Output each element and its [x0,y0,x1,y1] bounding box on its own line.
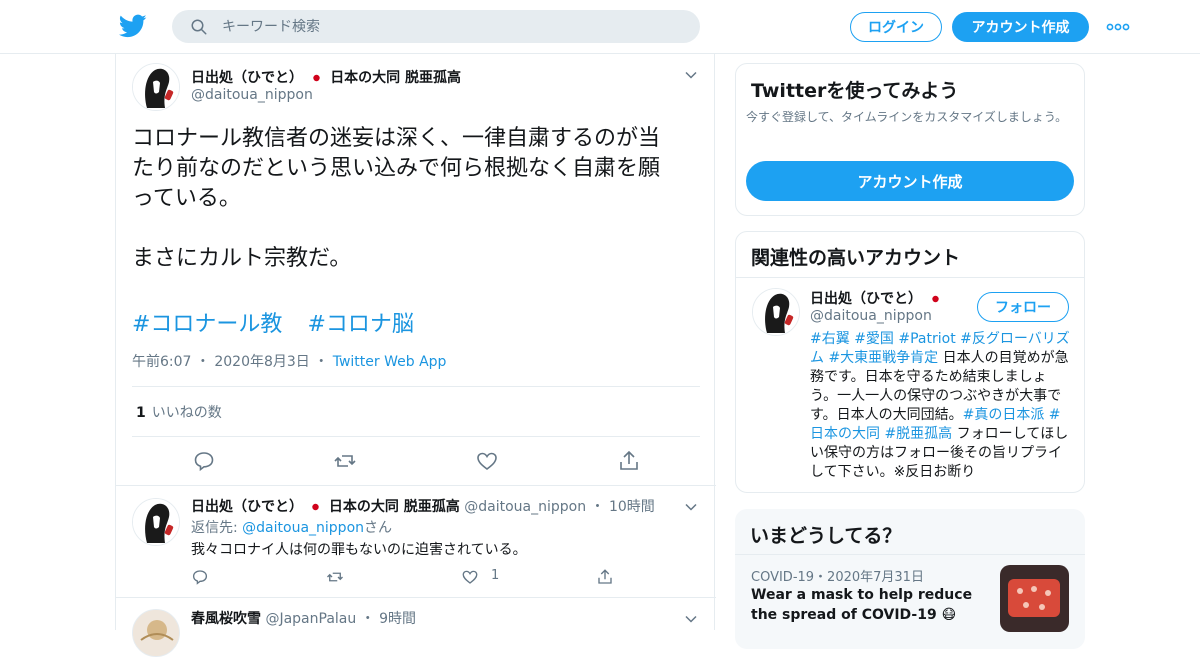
author-name: 日出処（ひでと） [191,70,303,86]
card-title: 関連性の高いアカウント [751,247,961,269]
divider [736,277,1084,278]
japan-flag-icon [932,295,939,303]
search-input[interactable] [222,10,682,43]
chevron-down-icon[interactable] [684,612,698,626]
card-title: いまどうしてる？ [750,525,902,547]
reply-to-prefix: 返信先: [191,520,243,536]
divider [132,386,700,387]
tweet-text: コロナール教信者の迷妄は深く、一律自粛するのが当 たり前なのだという思い込みで何… [132,126,661,271]
dot-separator: ・ [360,611,375,627]
dot-separator: ・ [195,354,210,370]
account-name: 日出処（ひでと） [810,291,922,307]
tweet-actions [116,449,716,473]
tweet-header: 春風桜吹雪 @JapanPalau ・ 9時間 [191,608,416,628]
divider [735,554,1085,555]
hashtag-link[interactable]: #コロナ脳 [307,312,413,337]
tweet-time-ago[interactable]: 10時間 [609,499,655,515]
more-icon[interactable] [1106,20,1130,34]
third-tweet[interactable]: 春風桜吹雪 @JapanPalau ・ 9時間 [116,599,716,657]
like-icon[interactable] [461,568,479,586]
author-name[interactable]: 春風桜吹雪 [191,611,261,627]
reply-to-suffix: さん [364,520,393,536]
like-count: 1 [491,568,500,583]
chevron-down-icon[interactable] [684,68,698,82]
profile-image-icon [133,610,179,656]
profile-silhouette-icon [133,499,179,545]
author-handle[interactable]: @daitoua_nippon [464,499,586,515]
bio-hashtag-link[interactable]: #愛国 [854,331,894,347]
card-title: Twitterを使ってみよう [751,80,959,102]
retweet-icon[interactable] [333,449,357,473]
bio-hashtag-link[interactable]: #脱亜孤高 [884,426,952,442]
bio-hashtag-link[interactable]: #真の日本派 [963,407,1045,423]
signup-button[interactable]: アカウント作成 [952,12,1089,42]
search-box[interactable] [172,10,700,43]
tweet-time-ago[interactable]: 9時間 [379,611,416,627]
trend-thumbnail[interactable] [1000,565,1069,632]
reply-to-line: 返信先: @daitoua_nipponさん [191,517,392,537]
like-count-label: いいねの数 [151,405,222,421]
author-handle[interactable]: @JapanPalau [265,611,356,627]
whats-happening-card: いまどうしてる？ COVID-19・2020年7月31日 Wear a mask… [735,509,1085,649]
follow-button[interactable]: フォロー [977,292,1069,322]
bio-hashtag-link[interactable]: #右翼 [810,331,850,347]
likes-count[interactable]: 1 いいねの数 [136,402,222,422]
tweet-text: 我々コロナイ人は何の罪もないのに迫害されている。 [191,542,527,558]
like-icon[interactable] [475,449,499,473]
top-bar: ログイン アカウント作成 [0,0,1200,54]
related-account-handle[interactable]: @daitoua_nippon [810,308,932,324]
dot-separator: ・ [314,354,329,370]
reply-tweet[interactable]: 日出処（ひでと） 日本の大同 脱亜孤高 @daitoua_nippon ・ 10… [116,486,716,598]
profile-silhouette-icon [133,64,179,110]
tweet-meta: 午前6:07 ・ 2020年8月3日 ・ Twitter Web App [132,351,446,371]
divider [132,436,700,437]
search-icon [191,19,207,35]
tweet-author[interactable]: 日出処（ひでと） 日本の大同 脱亜孤高 [191,67,461,87]
tweet-date[interactable]: 2020年8月3日 [214,354,309,370]
reply-icon[interactable] [192,449,216,473]
tweet-time[interactable]: 午前6:07 [132,354,191,370]
avatar[interactable] [132,609,180,657]
hashtag-link[interactable]: #コロナール教 [132,312,282,337]
bio-hashtag-link[interactable]: #Patriot [898,331,955,347]
author-name-suffix: 日本の大同 脱亜孤高 [330,70,462,86]
retweet-icon[interactable] [326,568,344,586]
author-handle[interactable]: @daitoua_nippon [191,87,313,103]
related-account-name[interactable]: 日出処（ひでと） [810,288,944,308]
signup-card-button[interactable]: アカウント作成 [746,161,1074,201]
trend-meta: COVID-19・2020年7月31日 [751,570,924,585]
reply-icon[interactable] [191,568,209,586]
bio-hashtag-link[interactable]: #大東亜戦争肯定 [828,350,938,366]
dot-separator: ・ [590,499,605,515]
card-subtitle: 今すぐ登録して、タイムラインをカスタマイズしましょう。 [746,110,1068,124]
signup-card: Twitterを使ってみよう 今すぐ登録して、タイムラインをカスタマイズしましょ… [735,63,1085,216]
profile-silhouette-icon [753,289,799,335]
mask-photo-icon [1000,565,1069,632]
author-name[interactable]: 日出処（ひでと） [191,499,303,515]
login-button[interactable]: ログイン [850,12,942,42]
tweet-hashtags: #コロナール教 #コロナ脳 [132,306,432,338]
chevron-down-icon[interactable] [684,500,698,514]
author-name-suffix: 日本の大同 脱亜孤高 [328,499,460,515]
reply-to-handle[interactable]: @daitoua_nippon [242,520,364,536]
tweet-actions: 1 [191,568,631,586]
related-accounts-card: 関連性の高いアカウント 日出処（ひでと） @daitoua_nippon フォロ… [735,231,1085,493]
twitter-bird-icon[interactable] [119,12,147,40]
avatar[interactable] [132,498,180,546]
japan-flag-icon [312,503,320,511]
share-icon[interactable] [617,449,641,473]
account-bio: #右翼 #愛国 #Patriot #反グローバリズム #大東亜戦争肯定 日本人の… [810,330,1072,482]
share-icon[interactable] [596,568,614,586]
timeline: 日出処（ひでと） 日本の大同 脱亜孤高 @daitoua_nippon コロナー… [115,54,716,657]
avatar[interactable] [132,63,180,111]
like-count-number: 1 [136,405,146,421]
avatar[interactable] [752,288,800,336]
japan-flag-icon [313,74,320,81]
tweet-source-link[interactable]: Twitter Web App [333,354,447,370]
reply-header: 日出処（ひでと） 日本の大同 脱亜孤高 @daitoua_nippon ・ 10… [191,496,655,516]
trend-title[interactable]: Wear a mask to help reduce the spread of… [751,585,991,625]
